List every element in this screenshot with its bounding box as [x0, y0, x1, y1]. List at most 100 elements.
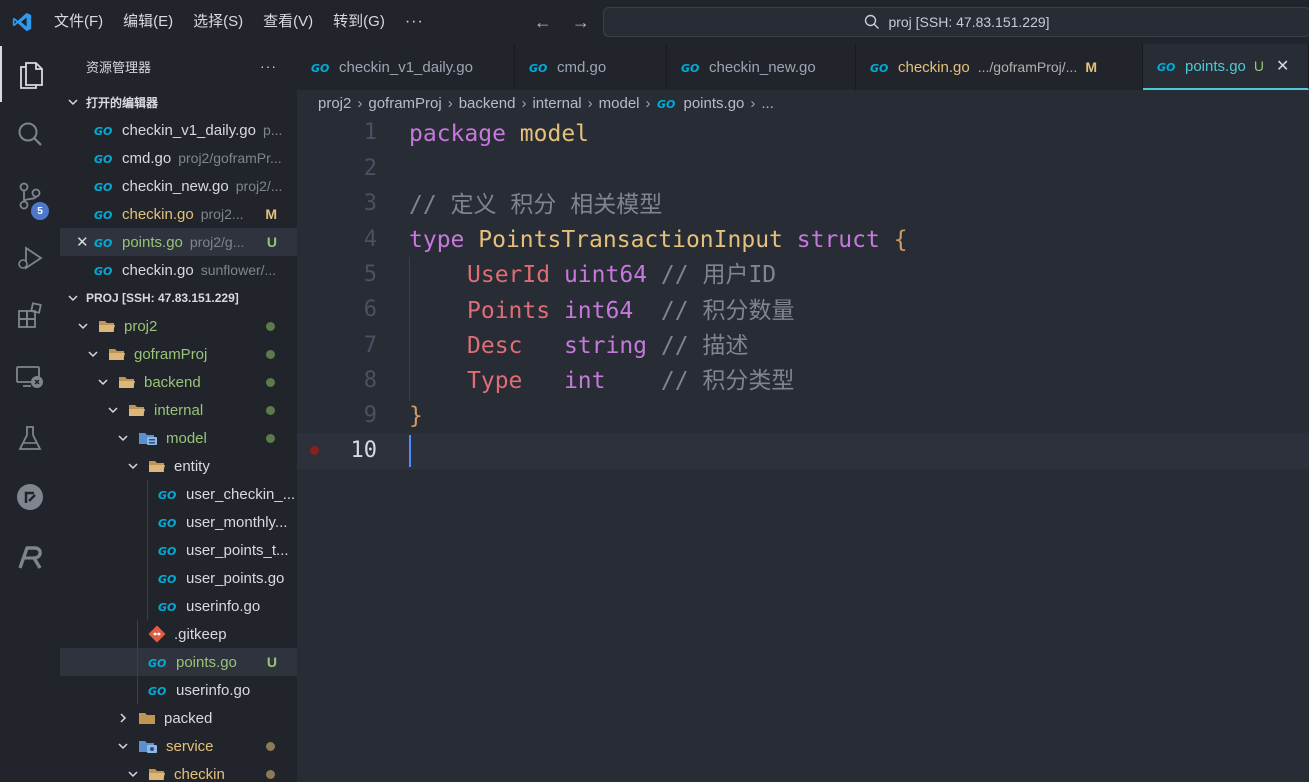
open-editor-name: checkin_v1_daily.go — [122, 121, 256, 139]
breadcrumb-item[interactable]: internal — [532, 95, 581, 112]
editor-tabs: GO checkin_v1_daily.go GO cmd.go GO chec… — [297, 44, 1309, 90]
tree-file[interactable]: GO userinfo.go — [60, 676, 297, 704]
tree-item-label: goframProj — [134, 345, 208, 363]
line-number-current: 10 — [350, 438, 378, 463]
explorer-sidebar: 资源管理器 ··· 打开的编辑器 GO checkin_v1_daily.go … — [60, 44, 297, 782]
code-line: Desc string // 描述 — [467, 328, 748, 364]
tree-folder-packed[interactable]: packed — [60, 704, 297, 732]
breadcrumb-item[interactable]: model — [599, 95, 640, 112]
tab-points-active[interactable]: GO points.go U ✕ — [1143, 44, 1309, 90]
code-line: type PointsTransactionInput struct { — [409, 222, 908, 258]
go-file-icon: GO — [94, 209, 112, 220]
tree-folder-checkin[interactable]: checkin — [60, 760, 297, 782]
remote-ssh-activity[interactable] — [0, 469, 60, 525]
tree-folder-service[interactable]: service — [60, 732, 297, 760]
tree-file-selected[interactable]: GO points.go U — [60, 648, 297, 676]
git-status-dot — [266, 742, 275, 751]
tree-file[interactable]: .gitkeep — [60, 620, 297, 648]
tab-checkin[interactable]: GO checkin.go .../goframProj/... M — [856, 44, 1143, 90]
tree-file[interactable]: GO user_points_t... — [60, 536, 297, 564]
tree-item-label: checkin — [174, 765, 225, 782]
rust-activity[interactable] — [0, 530, 60, 586]
go-file-icon: GO — [94, 237, 112, 248]
tree-file[interactable]: GO user_checkin_... — [60, 480, 297, 508]
tree-item-label: user_checkin_... — [186, 485, 296, 503]
indent-guide — [409, 257, 410, 401]
open-editor-item[interactable]: GO cmd.go proj2/goframPr... — [60, 144, 297, 172]
tree-file[interactable]: GO userinfo.go — [60, 592, 297, 620]
tree-file[interactable]: GO user_points.go — [60, 564, 297, 592]
open-editor-name: points.go — [122, 233, 183, 251]
chevron-right-icon: › — [521, 94, 527, 112]
svg-text:GO: GO — [311, 62, 329, 73]
tab-checkin-new[interactable]: GO checkin_new.go — [667, 44, 856, 90]
close-icon[interactable]: ✕ — [76, 233, 94, 251]
source-control-activity[interactable]: 5 — [0, 168, 60, 224]
tree-folder-entity[interactable]: entity — [60, 452, 297, 480]
folder-open-icon — [149, 461, 165, 472]
line-number: 7 — [363, 333, 377, 358]
menu-go[interactable]: 转到(G) — [323, 0, 395, 44]
close-icon[interactable]: ✕ — [1276, 56, 1289, 76]
menu-view[interactable]: 查看(V) — [253, 0, 323, 44]
workspace-header[interactable]: PROJ [SSH: 47.83.151.229] — [60, 284, 297, 312]
search-icon — [18, 122, 42, 146]
svg-text:GO: GO — [158, 545, 176, 556]
chevron-down-icon — [128, 771, 138, 778]
open-editor-item[interactable]: GO checkin.go sunflower/... — [60, 256, 297, 284]
explorer-activity[interactable] — [0, 46, 60, 102]
tree-item-label: packed — [164, 709, 213, 727]
tree-folder-backend[interactable]: backend — [60, 368, 297, 396]
tab-path: .../goframProj/... — [977, 59, 1078, 75]
folder-open-icon — [129, 405, 145, 416]
remote-explorer-activity[interactable] — [0, 349, 60, 405]
open-editor-item-active[interactable]: ✕ GO points.go proj2/g... U — [60, 228, 297, 256]
extensions-activity[interactable] — [0, 288, 60, 344]
tree-folder-goframproj[interactable]: goframProj — [60, 340, 297, 368]
tree-item-label: user_points_t... — [186, 541, 289, 559]
code-editor[interactable]: 1 2 3 4 5 6 7 8 9 10 package model // 定义… — [297, 116, 1309, 782]
tree-folder-proj2[interactable]: proj2 — [60, 312, 297, 340]
line-number: 5 — [363, 262, 377, 287]
tab-cmd[interactable]: GO cmd.go — [515, 44, 667, 90]
go-file-icon: GO — [1157, 61, 1175, 72]
explorer-more-button[interactable]: ··· — [260, 58, 277, 74]
tree-item-label: userinfo.go — [176, 681, 251, 699]
code-type: uint64 — [563, 262, 648, 288]
tree-item-label: internal — [154, 401, 204, 419]
breadcrumb-item[interactable]: points.go — [684, 95, 745, 112]
back-arrow-icon[interactable]: ← — [534, 12, 552, 33]
code-line: } — [409, 398, 423, 434]
menu-more-button[interactable]: ··· — [395, 13, 438, 31]
tree-folder-model[interactable]: model — [60, 424, 297, 452]
open-editors-header[interactable]: 打开的编辑器 — [60, 88, 297, 116]
open-editor-item[interactable]: GO checkin_new.go proj2/... — [60, 172, 297, 200]
menu-edit[interactable]: 编辑(E) — [113, 0, 183, 44]
go-file-icon: GO — [148, 685, 166, 696]
menu-file[interactable]: 文件(F) — [44, 0, 113, 44]
breadcrumb-item[interactable]: backend — [459, 95, 516, 112]
go-file-icon: GO — [94, 265, 112, 276]
search-activity[interactable] — [0, 106, 60, 162]
testing-activity[interactable] — [0, 410, 60, 466]
open-editor-item[interactable]: GO checkin.go proj2... M — [60, 200, 297, 228]
tab-checkin-v1-daily[interactable]: GO checkin_v1_daily.go — [297, 44, 515, 90]
breadcrumb-item[interactable]: ... — [761, 95, 774, 112]
chevron-down-icon — [98, 379, 108, 386]
code-keyword: type — [409, 227, 465, 253]
menu-selection[interactable]: 选择(S) — [183, 0, 253, 44]
open-editor-name: checkin.go — [122, 205, 194, 223]
title-bar: 文件(F) 编辑(E) 选择(S) 查看(V) 转到(G) ··· ← → pr… — [0, 0, 1309, 44]
breadcrumb-item[interactable]: goframProj — [368, 95, 441, 112]
run-debug-activity[interactable] — [0, 230, 60, 286]
breadcrumb-item[interactable]: proj2 — [318, 95, 351, 112]
forward-arrow-icon[interactable]: → — [572, 12, 590, 33]
tree-file[interactable]: GO user_monthly... — [60, 508, 297, 536]
tree-folder-internal[interactable]: internal — [60, 396, 297, 424]
command-center-search[interactable]: proj [SSH: 47.83.151.229] — [603, 7, 1309, 37]
go-file-icon: GO — [94, 125, 112, 136]
flask-icon — [18, 426, 42, 450]
open-editor-item[interactable]: GO checkin_v1_daily.go p... — [60, 116, 297, 144]
code-keyword: struct — [796, 227, 880, 253]
code-field: UserId — [467, 262, 551, 288]
